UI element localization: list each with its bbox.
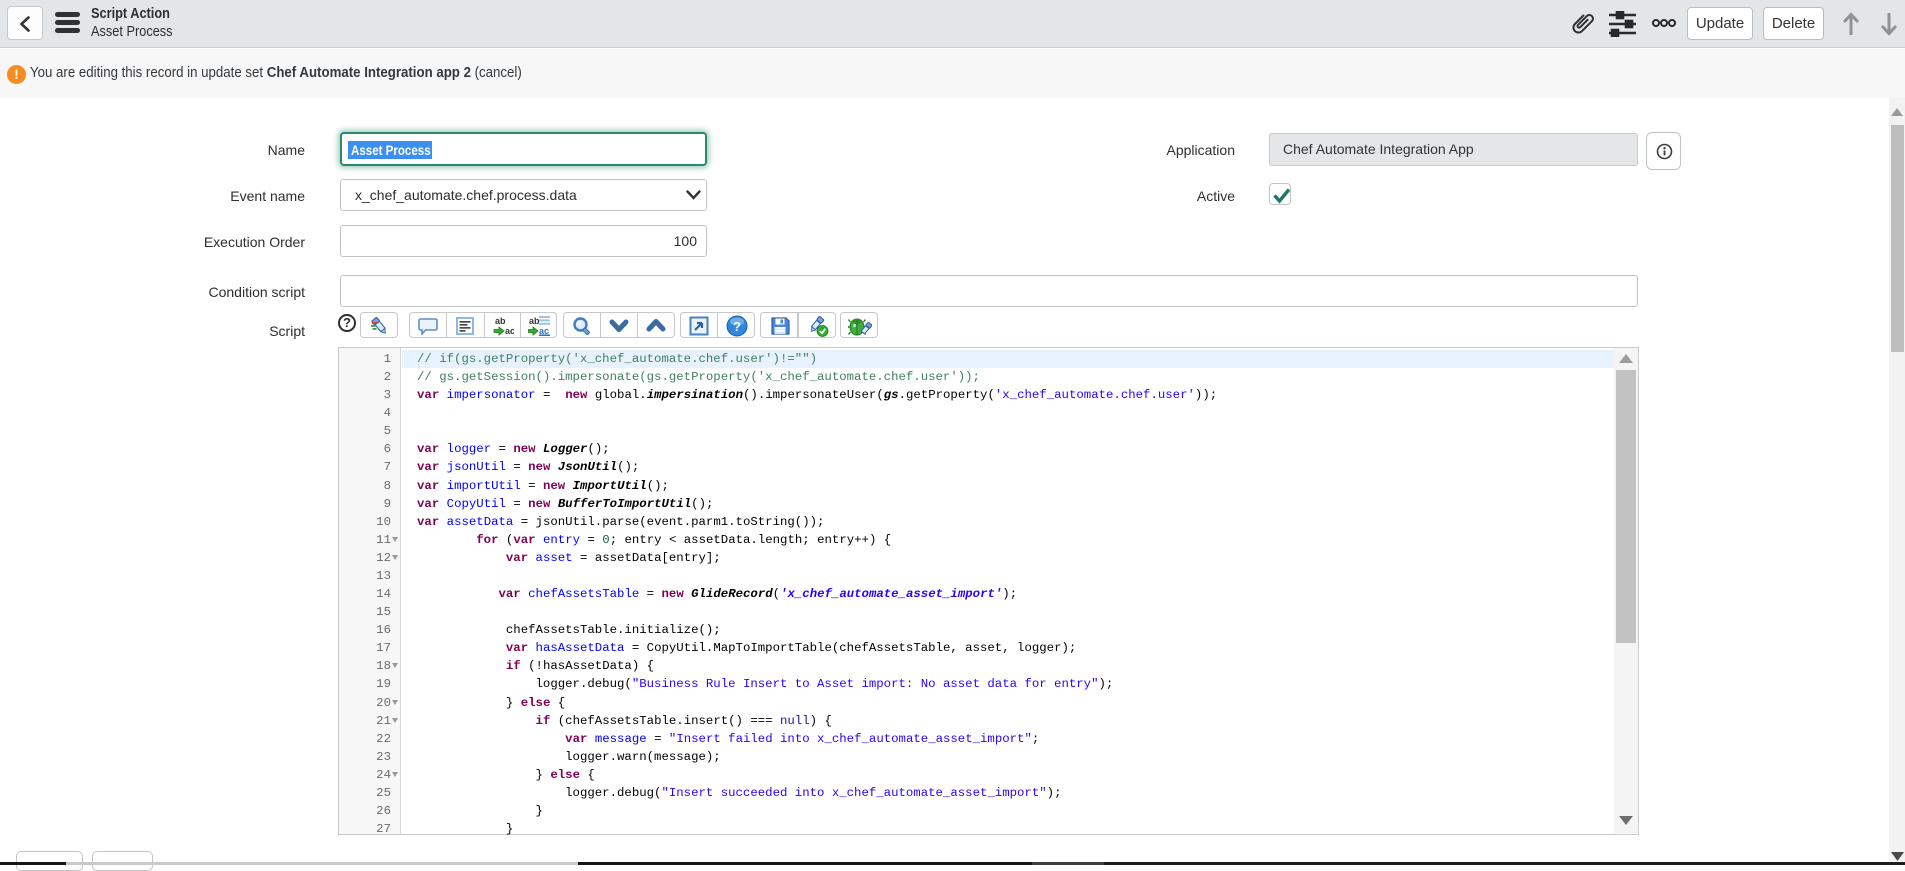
svg-text:ab: ab [529, 316, 540, 326]
svg-text:?: ? [733, 319, 741, 334]
svg-text:ac: ac [505, 326, 514, 336]
svg-text:ab: ab [495, 316, 506, 326]
